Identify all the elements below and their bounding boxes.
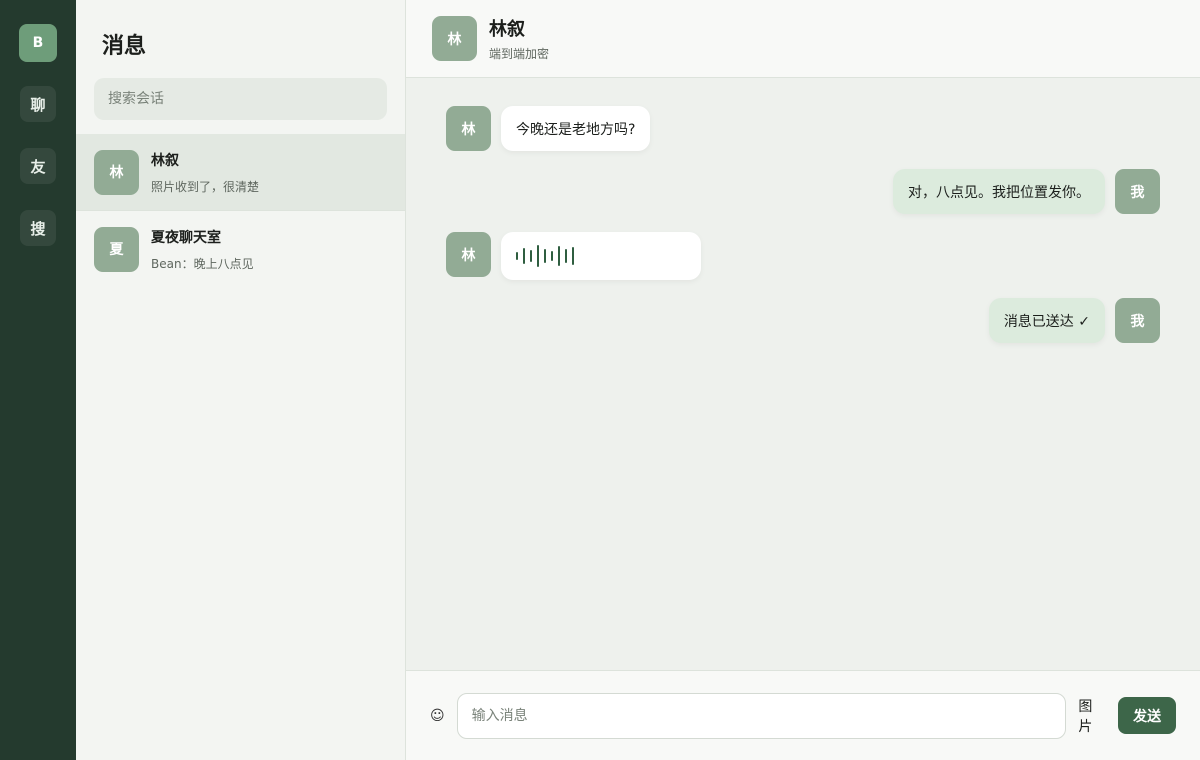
- message-input[interactable]: [456, 692, 1067, 739]
- conversation-preview: Bean：晚上八点见: [151, 256, 254, 271]
- chat-panel: 林 林叙 端到端加密 林 今晚还是老地方吗? 对，八点见。我把位置发你。 我 林: [406, 0, 1200, 760]
- conversation-item[interactable]: 夏 夏夜聊天室 Bean：晚上八点见: [76, 211, 405, 287]
- my-avatar[interactable]: B: [19, 24, 57, 62]
- conversation-name: 夏夜聊天室: [151, 229, 221, 246]
- header-text: 林叙 端到端加密: [489, 15, 549, 62]
- app-window: B 聊 友 搜 消息 林 林叙 照片收到了，很清楚 夏 夏夜聊天室 Bean：晚…: [0, 0, 1200, 760]
- message-bubble[interactable]: 今晚还是老地方吗?: [501, 106, 651, 151]
- avatar: 林: [446, 232, 491, 277]
- conversation-preview: 照片收到了，很清楚: [151, 179, 260, 194]
- avatar: 林: [94, 149, 139, 195]
- rail-chats-button[interactable]: 聊: [20, 86, 56, 122]
- message-composer: ☺ 图片 发送: [406, 670, 1200, 760]
- conversation-text: 林叙 照片收到了，很清楚: [151, 150, 259, 195]
- rail-friends-button[interactable]: 友: [20, 148, 56, 184]
- send-button[interactable]: 发送: [1118, 697, 1176, 734]
- search-wrap: [76, 78, 405, 120]
- avatar: 我: [1115, 169, 1160, 214]
- emoji-icon[interactable]: ☺: [430, 708, 445, 724]
- message-row: 林: [446, 232, 1160, 280]
- avatar: 林: [446, 106, 491, 151]
- avatar: 我: [1115, 298, 1160, 343]
- message-list: 林 今晚还是老地方吗? 对，八点见。我把位置发你。 我 林 消息已送达 ✓ 我: [406, 78, 1200, 670]
- message-row: 对，八点见。我把位置发你。 我: [446, 169, 1160, 214]
- contact-name: 林叙: [489, 19, 525, 40]
- rail-search-button[interactable]: 搜: [20, 210, 56, 246]
- message-row: 消息已送达 ✓ 我: [446, 298, 1160, 343]
- image-button[interactable]: 图片: [1078, 696, 1106, 736]
- voice-message-bubble[interactable]: [501, 232, 701, 280]
- contact-avatar[interactable]: 林: [432, 16, 477, 61]
- waveform-icon: [516, 244, 579, 268]
- encryption-status: 端到端加密: [489, 47, 550, 61]
- conversation-list: 林 林叙 照片收到了，很清楚 夏 夏夜聊天室 Bean：晚上八点见: [76, 134, 405, 287]
- message-bubble[interactable]: 消息已送达 ✓: [988, 298, 1105, 343]
- avatar: 夏: [94, 226, 139, 272]
- conversation-sidebar: 消息 林 林叙 照片收到了，很清楚 夏 夏夜聊天室 Bean：晚上八点见: [76, 0, 406, 760]
- search-input[interactable]: [94, 78, 387, 120]
- conversation-text: 夏夜聊天室 Bean：晚上八点见: [151, 227, 254, 272]
- message-row: 林 今晚还是老地方吗?: [446, 106, 1160, 151]
- conversation-name: 林叙: [151, 152, 179, 169]
- chat-header: 林 林叙 端到端加密: [406, 0, 1200, 78]
- sidebar-title: 消息: [102, 34, 147, 59]
- nav-rail: B 聊 友 搜: [0, 0, 76, 760]
- conversation-item[interactable]: 林 林叙 照片收到了，很清楚: [76, 134, 405, 210]
- message-bubble[interactable]: 对，八点见。我把位置发你。: [893, 169, 1105, 214]
